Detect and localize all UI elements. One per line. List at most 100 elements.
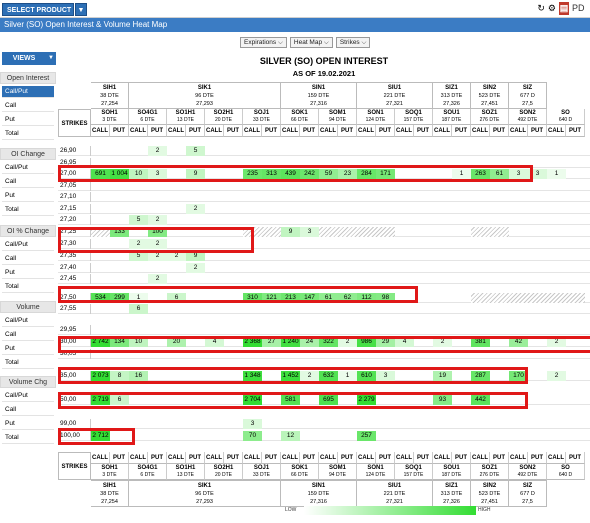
heatmap-cell[interactable]: 5 bbox=[186, 146, 205, 156]
sidebar-group-4-header: Volume Chg bbox=[0, 376, 56, 388]
call-header: CALL bbox=[205, 125, 224, 137]
sidebar-item[interactable]: Put bbox=[2, 114, 54, 126]
put-header: PUT bbox=[110, 125, 129, 137]
select-product-dropdown-icon[interactable]: ▼ bbox=[75, 3, 87, 16]
views-dropdown-icon[interactable]: ▼ bbox=[46, 52, 56, 65]
heatmap-cell[interactable]: 2 bbox=[186, 263, 205, 273]
settings-icon[interactable]: ⚙ bbox=[548, 2, 556, 15]
heatmap-cell[interactable]: 1 bbox=[547, 169, 566, 179]
sidebar-item[interactable]: Total bbox=[2, 128, 54, 140]
future-name: SIH1 bbox=[102, 483, 117, 489]
heatmap-cell[interactable]: 3 bbox=[300, 227, 319, 237]
option-footer: SOJ1 33 DTE bbox=[243, 464, 281, 480]
put-header: PUT bbox=[452, 125, 471, 137]
put-header: PUT bbox=[566, 125, 585, 137]
sidebar-item[interactable]: Put bbox=[2, 418, 54, 430]
option-dte: 13 DTE bbox=[177, 472, 194, 478]
future-header: SIZ1 313 DTE 27,326 bbox=[433, 82, 471, 109]
sidebar-item[interactable]: Call/Put bbox=[2, 86, 54, 98]
option-dte: 6 DTE bbox=[140, 117, 155, 123]
heatmap-cell[interactable]: 9 bbox=[281, 227, 300, 237]
heatmap-cell[interactable]: 2 bbox=[148, 274, 167, 284]
put-footer: PUT bbox=[376, 452, 395, 464]
future-footer: SIN2 523 DTE 27,451 bbox=[471, 480, 509, 507]
hatched-region bbox=[471, 227, 509, 237]
sidebar-item[interactable]: Call bbox=[2, 329, 54, 341]
heatmap-cell[interactable]: 2 bbox=[148, 146, 167, 156]
heatmap-cell[interactable]: 6 bbox=[129, 304, 148, 314]
call-footer: CALL bbox=[357, 452, 376, 464]
sidebar-item[interactable]: Call/Put bbox=[2, 239, 54, 251]
future-footer: SIH1 38 DTE 27,254 bbox=[91, 480, 129, 507]
select-product-button[interactable]: SELECT PRODUCT bbox=[2, 3, 74, 16]
option-footer: SON1 124 DTE bbox=[357, 464, 395, 480]
views-button[interactable]: VIEWS bbox=[2, 52, 46, 65]
heatmap-cell[interactable]: 12 bbox=[281, 431, 300, 441]
sidebar-item[interactable]: Total bbox=[2, 281, 54, 293]
strikes-dropdown[interactable]: Strikes ⌵ bbox=[335, 37, 371, 48]
future-oi: 27,293 bbox=[196, 101, 213, 107]
sidebar-item[interactable]: Put bbox=[2, 267, 54, 279]
sidebar-group-3-header: Volume bbox=[0, 301, 56, 313]
call-header: CALL bbox=[167, 125, 186, 137]
sidebar-item[interactable]: Call bbox=[2, 176, 54, 188]
sidebar-item[interactable]: Call bbox=[2, 100, 54, 112]
future-footer: SIN1 159 DTE 27,316 bbox=[281, 480, 357, 507]
option-footer: SO4G1 6 DTE bbox=[129, 464, 167, 480]
future-name: SIZ bbox=[522, 483, 533, 489]
sidebar-item[interactable]: Put bbox=[2, 190, 54, 202]
call-footer: CALL bbox=[129, 452, 148, 464]
sidebar-item[interactable]: Total bbox=[2, 204, 54, 216]
future-header: SIU1 221 DTE 27,321 bbox=[357, 82, 433, 109]
call-header: CALL bbox=[509, 125, 528, 137]
table-row: 27,55 6 bbox=[58, 304, 590, 314]
sidebar-item[interactable]: Call/Put bbox=[2, 162, 54, 174]
sidebar-item[interactable]: Total bbox=[2, 432, 54, 444]
sidebar-item[interactable]: Total bbox=[2, 357, 54, 369]
heat-map-dropdown[interactable]: Heat Map ⌵ bbox=[289, 37, 333, 48]
future-oi: 27,5 bbox=[522, 499, 533, 505]
option-name: SOH1 bbox=[101, 465, 118, 471]
expirations-dropdown[interactable]: Expirations ⌵ bbox=[240, 37, 287, 48]
future-footer: SIU1 221 DTE 27,321 bbox=[357, 480, 433, 507]
option-name: SOH1 bbox=[101, 110, 118, 116]
sidebar-item[interactable]: Call bbox=[2, 404, 54, 416]
refresh-icon[interactable]: ↻ bbox=[537, 2, 545, 15]
future-name: SIN1 bbox=[311, 483, 326, 489]
sidebar-item[interactable]: Put bbox=[2, 343, 54, 355]
put-footer: PUT bbox=[110, 452, 129, 464]
heatmap-cell[interactable]: 3 bbox=[243, 419, 262, 429]
option-dte: 6 DTE bbox=[140, 472, 155, 478]
future-oi: 27,254 bbox=[101, 101, 118, 107]
heatmap-cell[interactable]: 2 bbox=[547, 371, 566, 381]
option-name: SON2 bbox=[519, 465, 536, 471]
option-dte: 124 DTE bbox=[365, 472, 386, 478]
future-name: SIK1 bbox=[197, 483, 212, 489]
option-dte: 13 DTE bbox=[177, 117, 194, 123]
heatmap-cell[interactable]: 2 bbox=[186, 204, 205, 214]
heatmap-cell[interactable]: 257 bbox=[357, 431, 376, 441]
heatmap-cell[interactable]: 5 bbox=[129, 215, 148, 225]
sidebar-item[interactable]: Call bbox=[2, 253, 54, 265]
option-header: SOK1 66 DTE bbox=[281, 109, 319, 125]
call-header: CALL bbox=[91, 125, 110, 137]
heatmap-title: SILVER (SO) OPEN INTEREST bbox=[259, 56, 389, 66]
highlight-box bbox=[58, 165, 533, 182]
call-footer: CALL bbox=[91, 452, 110, 464]
sidebar-item[interactable]: Call/Put bbox=[2, 390, 54, 402]
option-header: SOU1 187 DTE bbox=[433, 109, 471, 125]
future-oi: 27,316 bbox=[310, 499, 327, 505]
heatmap-cell[interactable]: 70 bbox=[243, 431, 262, 441]
option-header: SOM1 94 DTE bbox=[319, 109, 357, 125]
pdf-icon[interactable]: ▤ bbox=[559, 2, 569, 15]
top-toolbar: SELECT PRODUCT ▼ ↻ ⚙ ▤ PD bbox=[0, 0, 590, 18]
option-header: SO4G1 6 DTE bbox=[129, 109, 167, 125]
future-dte: 159 DTE bbox=[307, 491, 330, 497]
option-name: SO4G1 bbox=[137, 110, 158, 116]
future-dte: 523 DTE bbox=[478, 93, 501, 99]
pdf-label[interactable]: PD bbox=[572, 2, 590, 15]
heatmap-cell[interactable]: 2 bbox=[148, 215, 167, 225]
future-dte: 523 DTE bbox=[478, 491, 501, 497]
legend-low-label: LOW bbox=[285, 507, 297, 513]
sidebar-item[interactable]: Call/Put bbox=[2, 315, 54, 327]
